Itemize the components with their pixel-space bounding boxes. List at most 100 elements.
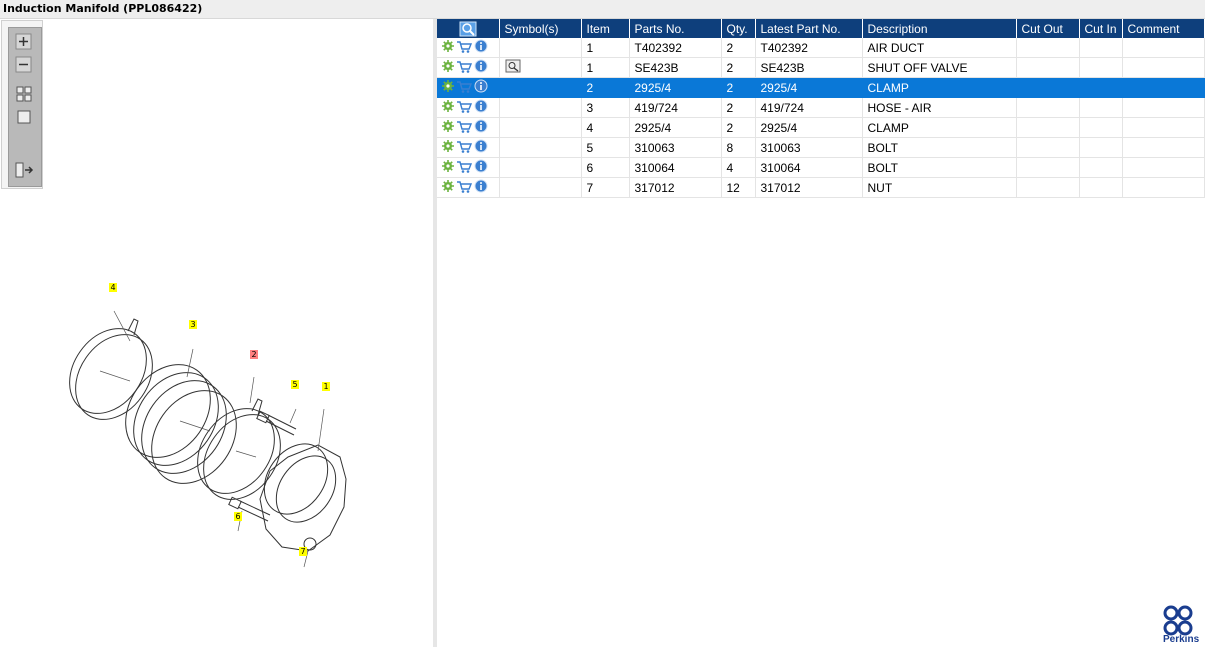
cart-icon[interactable]	[456, 140, 473, 156]
zoom-out-icon[interactable]	[14, 55, 34, 75]
cell-item: 5	[581, 137, 630, 158]
cell-item: 3	[581, 97, 630, 118]
cell-cut-in	[1079, 77, 1123, 98]
cell-symbols	[499, 137, 582, 158]
cell-part-no: 310063	[629, 137, 722, 158]
column-header-latest-part-no[interactable]: Latest Part No.	[755, 19, 863, 38]
cell-item: 7	[581, 177, 630, 198]
column-header-parts-no[interactable]: Parts No.	[629, 19, 722, 38]
table-row[interactable]: 7 317012 12 317012 NUT	[437, 177, 1205, 198]
gear-icon[interactable]	[442, 120, 454, 135]
callout-item-2[interactable]: 2	[250, 350, 258, 359]
cell-symbols	[499, 157, 582, 178]
info-icon[interactable]	[474, 179, 488, 196]
cell-symbols	[499, 38, 582, 58]
cell-cut-in	[1079, 177, 1123, 198]
cell-part-no: 2925/4	[629, 117, 722, 138]
table-row[interactable]: 4 2925/4 2 2925/4 CLAMP	[437, 117, 1205, 138]
cell-qty: 2	[721, 57, 756, 78]
cell-qty: 2	[721, 77, 756, 98]
table-row[interactable]: 5 310063 8 310063 BOLT	[437, 137, 1205, 158]
cell-cut-out	[1016, 137, 1080, 158]
table-row[interactable]: 1 T402392 2 T402392 AIR DUCT	[437, 38, 1205, 58]
cart-icon[interactable]	[456, 120, 473, 136]
info-icon[interactable]	[474, 99, 488, 116]
callout-item-6[interactable]: 6	[234, 512, 242, 521]
info-icon[interactable]	[474, 59, 488, 76]
column-header-description[interactable]: Description	[862, 19, 1017, 38]
row-actions	[437, 117, 500, 138]
info-icon[interactable]	[474, 139, 488, 156]
table-row[interactable]: 2 2925/4 2 2925/4 CLAMP	[437, 77, 1205, 98]
callout-item-7[interactable]: 7	[299, 547, 307, 556]
gear-icon[interactable]	[442, 180, 454, 195]
row-actions	[437, 137, 500, 158]
cart-icon[interactable]	[456, 40, 473, 56]
cart-icon[interactable]	[456, 180, 473, 196]
table-row[interactable]: 3 419/724 2 419/724 HOSE - AIR	[437, 97, 1205, 118]
callout-item-5[interactable]: 5	[291, 380, 299, 389]
column-header-comment[interactable]: Comment	[1122, 19, 1205, 38]
callout-item-1[interactable]: 1	[322, 382, 330, 391]
callout-item-3[interactable]: 3	[189, 320, 197, 329]
cell-symbols	[499, 57, 582, 78]
info-icon[interactable]	[474, 79, 488, 96]
cart-icon[interactable]	[456, 100, 473, 116]
cell-qty: 8	[721, 137, 756, 158]
title-bar: Induction Manifold (PPL086422)	[0, 0, 1205, 19]
gear-icon[interactable]	[442, 60, 454, 75]
column-header-qty[interactable]: Qty.	[721, 19, 756, 38]
fit-all-icon[interactable]	[14, 84, 34, 104]
info-icon[interactable]	[474, 159, 488, 176]
zoom-in-icon[interactable]	[14, 32, 34, 52]
info-icon[interactable]	[474, 119, 488, 136]
cell-latest-part-no: 2925/4	[755, 77, 863, 98]
cell-latest-part-no: T402392	[755, 38, 863, 58]
table-row[interactable]: 1 SE423B 2 SE423B SHUT OFF VALVE	[437, 57, 1205, 78]
gear-icon[interactable]	[442, 40, 454, 55]
gear-icon[interactable]	[442, 160, 454, 175]
cell-latest-part-no: 317012	[755, 177, 863, 198]
cell-part-no: 310064	[629, 157, 722, 178]
cell-cut-in	[1079, 117, 1123, 138]
column-header-tools[interactable]	[437, 19, 500, 38]
find-part-icon[interactable]	[459, 21, 477, 36]
table-header: Symbol(s) Item Parts No. Qty. Latest Par…	[437, 19, 1205, 38]
table-row[interactable]: 6 310064 4 310064 BOLT	[437, 157, 1205, 178]
row-actions	[437, 177, 500, 198]
callout-item-4[interactable]: 4	[109, 283, 117, 292]
cell-part-no: 317012	[629, 177, 722, 198]
cell-latest-part-no: SE423B	[755, 57, 863, 78]
magnifier-symbol-icon[interactable]	[505, 59, 521, 76]
cell-cut-in	[1079, 57, 1123, 78]
cell-comment	[1122, 137, 1205, 158]
exploded-parts-diagram[interactable]	[60, 281, 380, 581]
column-header-cut-in[interactable]: Cut In	[1079, 19, 1123, 38]
column-header-item[interactable]: Item	[581, 19, 630, 38]
cell-qty: 2	[721, 38, 756, 58]
cell-part-no: T402392	[629, 38, 722, 58]
cell-item: 1	[581, 57, 630, 78]
cell-symbols	[499, 177, 582, 198]
column-header-symbols[interactable]: Symbol(s)	[499, 19, 582, 38]
info-icon[interactable]	[474, 39, 488, 56]
cell-description: CLAMP	[862, 77, 1017, 98]
cart-icon[interactable]	[456, 160, 473, 176]
cell-symbols	[499, 117, 582, 138]
gear-icon[interactable]	[442, 80, 454, 95]
cell-comment	[1122, 117, 1205, 138]
window-title: Induction Manifold (PPL086422)	[3, 2, 203, 15]
diagram-panel[interactable]: 4 3 2 5 1 6 7	[0, 19, 433, 647]
expand-panel-icon[interactable]	[14, 160, 34, 180]
gear-icon[interactable]	[442, 140, 454, 155]
column-header-cut-out[interactable]: Cut Out	[1016, 19, 1080, 38]
cart-icon[interactable]	[456, 80, 473, 96]
cell-latest-part-no: 310064	[755, 157, 863, 178]
row-actions	[437, 57, 500, 78]
gear-icon[interactable]	[442, 100, 454, 115]
cell-latest-part-no: 310063	[755, 137, 863, 158]
cell-symbols	[499, 97, 582, 118]
viewer-toolbar	[1, 20, 43, 189]
cart-icon[interactable]	[456, 60, 473, 76]
fit-window-icon[interactable]	[14, 107, 34, 127]
